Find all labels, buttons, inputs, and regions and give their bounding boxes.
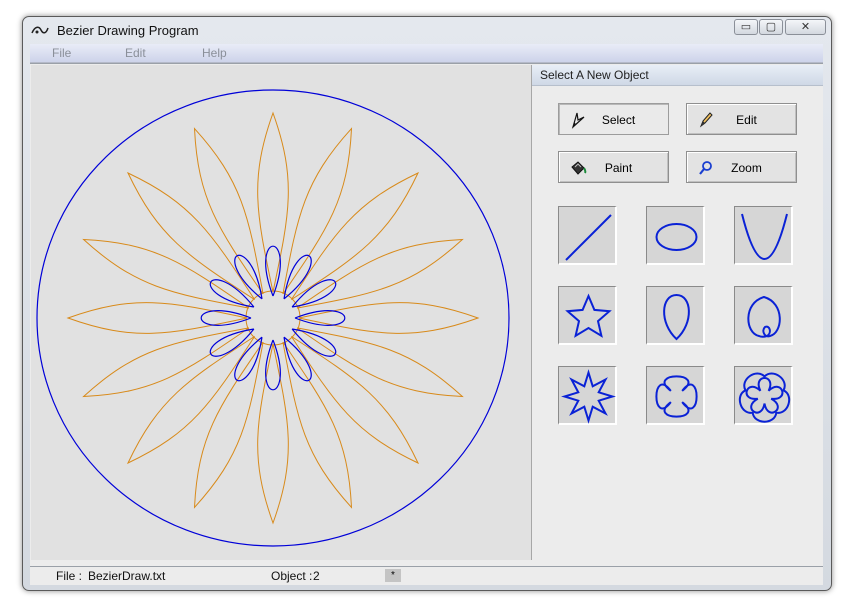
app-window: Bezier Drawing Program ▭ ▢ ✕ File Edit H… — [22, 16, 832, 591]
status-file-label: File : — [56, 569, 83, 583]
menu-help[interactable]: Help — [202, 46, 227, 60]
petal-15 — [126, 171, 256, 301]
edit-tool-label: Edit — [736, 113, 757, 127]
object-panel: Select A New Object Select Edit Paint Zo… — [532, 65, 823, 560]
loop-10 — [200, 310, 252, 326]
shape-line-button[interactable] — [558, 206, 617, 265]
status-object-label: Object : — [271, 569, 313, 583]
drawing-canvas[interactable] — [31, 65, 532, 560]
shape-four-loop-star-button[interactable] — [646, 366, 705, 425]
four-loop-star-shape-icon — [655, 375, 698, 418]
maximize-icon: ▢ — [765, 21, 777, 33]
select-tool-label: Select — [601, 113, 636, 127]
loop-11 — [209, 279, 255, 308]
status-bar: File : BezierDraw.txt Object : 2 * — [30, 566, 823, 585]
shape-parabola-button[interactable] — [734, 206, 793, 265]
inner-ring — [245, 290, 301, 346]
petal-11 — [126, 335, 256, 465]
loop-4 — [294, 310, 346, 326]
status-file-name: BezierDraw.txt — [88, 569, 166, 583]
window-title: Bezier Drawing Program — [57, 23, 199, 38]
status-object-value: 2 — [313, 569, 320, 583]
parabola-shape-icon — [741, 213, 788, 260]
shape-spiked-star-button[interactable] — [558, 366, 617, 425]
petal-1 — [257, 111, 289, 293]
loop-6 — [283, 336, 312, 382]
teardrop-shape-icon — [663, 293, 690, 341]
minimize-icon: ▭ — [740, 21, 752, 33]
petal-5 — [298, 302, 480, 334]
zoom-tool-label: Zoom — [731, 161, 762, 175]
status-modified-indicator: * — [385, 569, 401, 582]
loop-5 — [291, 328, 337, 357]
select-tool-button[interactable]: Select — [558, 103, 669, 135]
shape-ellipse-button[interactable] — [646, 206, 705, 265]
paint-tool-button[interactable]: Paint — [558, 151, 669, 183]
app-icon — [31, 26, 49, 34]
paint-tool-label: Paint — [604, 161, 633, 175]
menu-bar: File Edit Help — [30, 44, 823, 63]
maximize-button[interactable]: ▢ — [759, 19, 783, 35]
loop-9 — [209, 328, 255, 357]
drawing-svg — [36, 89, 510, 547]
ellipse-shape-icon — [655, 223, 698, 251]
minimize-button[interactable]: ▭ — [734, 19, 758, 35]
menu-edit[interactable]: Edit — [125, 46, 146, 60]
loop-7 — [265, 339, 281, 391]
petal-3 — [290, 171, 420, 301]
zoom-tool-button[interactable]: Zoom — [686, 151, 797, 183]
menu-file[interactable]: File — [52, 46, 71, 60]
close-icon: ✕ — [800, 21, 811, 33]
title-bar[interactable]: Bezier Drawing Program ▭ ▢ ✕ — [23, 17, 831, 44]
drawing-artwork — [36, 89, 510, 547]
loop-1 — [265, 245, 281, 297]
petal-7 — [290, 335, 420, 465]
loop-shape-icon — [747, 295, 781, 338]
panel-header: Select A New Object — [532, 65, 823, 86]
star-shape-icon — [565, 293, 612, 338]
loop-12 — [234, 254, 263, 300]
close-button[interactable]: ✕ — [785, 19, 826, 35]
edit-tool-button[interactable]: Edit — [686, 103, 797, 135]
outer-circle — [36, 89, 510, 547]
shape-rosette-button[interactable] — [734, 366, 793, 425]
shape-loop-button[interactable] — [734, 286, 793, 345]
spiked-star-shape-icon — [561, 369, 616, 424]
petal-13 — [66, 302, 248, 334]
shape-teardrop-button[interactable] — [646, 286, 705, 345]
petal-9 — [257, 343, 289, 525]
shape-star-button[interactable] — [558, 286, 617, 345]
rosette-shape-icon — [738, 372, 791, 423]
line-shape-icon — [565, 214, 612, 261]
panel-title: Select A New Object — [540, 68, 649, 82]
loop-8 — [234, 336, 263, 382]
loop-3 — [291, 279, 337, 308]
client-area: Select A New Object Select Edit Paint Zo… — [30, 63, 823, 567]
loop-2 — [283, 254, 312, 300]
